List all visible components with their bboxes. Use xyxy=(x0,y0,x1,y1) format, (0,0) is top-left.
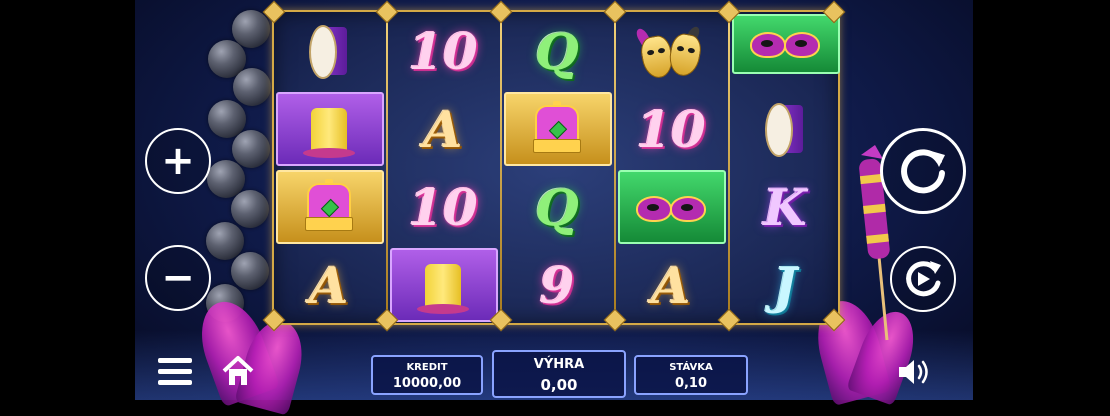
symbol-drum xyxy=(730,92,840,168)
bet-label: STÁVKA xyxy=(669,362,713,373)
symbol-10: 10 xyxy=(636,100,706,159)
plus-icon: + xyxy=(161,138,195,184)
mask-icon xyxy=(750,30,820,58)
spin-refresh-icon xyxy=(901,149,945,194)
spin-button[interactable] xyxy=(880,128,966,214)
minus-icon: − xyxy=(161,255,195,301)
hat-icon xyxy=(417,258,469,314)
win-value: 0,00 xyxy=(540,376,578,394)
bubble xyxy=(231,252,269,290)
symbol-letter: K xyxy=(730,170,840,246)
symbol-hat xyxy=(274,92,384,168)
symbol-q: Q xyxy=(535,22,579,81)
bubble xyxy=(231,190,269,228)
symbol-a: A xyxy=(651,256,691,315)
symbol-q: Q xyxy=(535,178,579,237)
symbol-k: K xyxy=(763,178,807,237)
symbol-hat xyxy=(388,248,498,324)
symbol-letter: A xyxy=(616,248,726,324)
symbol-9: 9 xyxy=(539,256,575,315)
reel-area: A 10 A 10 Q Q 9 10 A K J xyxy=(262,0,846,332)
theatre-masks-icon xyxy=(634,24,706,81)
symbol-crown xyxy=(502,92,612,168)
autoplay-button[interactable] xyxy=(890,246,956,312)
bubble xyxy=(232,130,270,168)
symbol-green-mask xyxy=(616,170,726,246)
crown-icon xyxy=(301,179,357,237)
symbol-a: A xyxy=(423,100,463,159)
symbol-green-mask xyxy=(730,6,840,82)
symbol-10: 10 xyxy=(408,178,478,237)
symbol-letter: 10 xyxy=(616,92,726,168)
symbol-10: 10 xyxy=(408,22,478,81)
symbol-a: A xyxy=(309,256,349,315)
win-label: VÝHRA xyxy=(533,357,585,372)
hamburger-menu-icon[interactable] xyxy=(158,358,192,386)
drum-icon xyxy=(309,25,349,79)
symbol-letter: A xyxy=(274,248,384,324)
decrease-bet-button[interactable]: − xyxy=(145,245,211,311)
mask-icon xyxy=(636,194,706,222)
home-icon[interactable] xyxy=(221,354,255,388)
credit-label: KREDIT xyxy=(406,362,448,373)
credit-panel: KREDIT 10000,00 xyxy=(371,355,483,395)
symbol-theatre-masks xyxy=(616,14,726,90)
autoplay-icon xyxy=(906,261,941,297)
symbol-letter: J xyxy=(730,248,840,324)
credit-value: 10000,00 xyxy=(392,376,462,391)
symbol-letter: 9 xyxy=(502,248,612,324)
symbol-letter: 10 xyxy=(388,170,498,246)
symbol-letter: A xyxy=(388,92,498,168)
symbol-crown xyxy=(274,170,384,246)
symbol-letter: Q xyxy=(502,170,612,246)
speaker-icon[interactable] xyxy=(897,357,933,387)
bubble xyxy=(233,68,271,106)
bet-value: 0,10 xyxy=(674,376,708,391)
bubble xyxy=(206,222,244,260)
drum-icon xyxy=(765,103,805,157)
win-panel: VÝHRA 0,00 xyxy=(492,350,626,398)
symbol-letter: 10 xyxy=(388,14,498,90)
crown-icon xyxy=(529,101,585,159)
symbol-drum xyxy=(274,14,384,90)
symbol-letter: Q xyxy=(502,14,612,90)
increase-bet-button[interactable]: + xyxy=(145,128,211,194)
bet-panel: STÁVKA 0,10 xyxy=(634,355,748,395)
hat-icon xyxy=(303,102,355,158)
symbol-j: J xyxy=(773,256,797,315)
